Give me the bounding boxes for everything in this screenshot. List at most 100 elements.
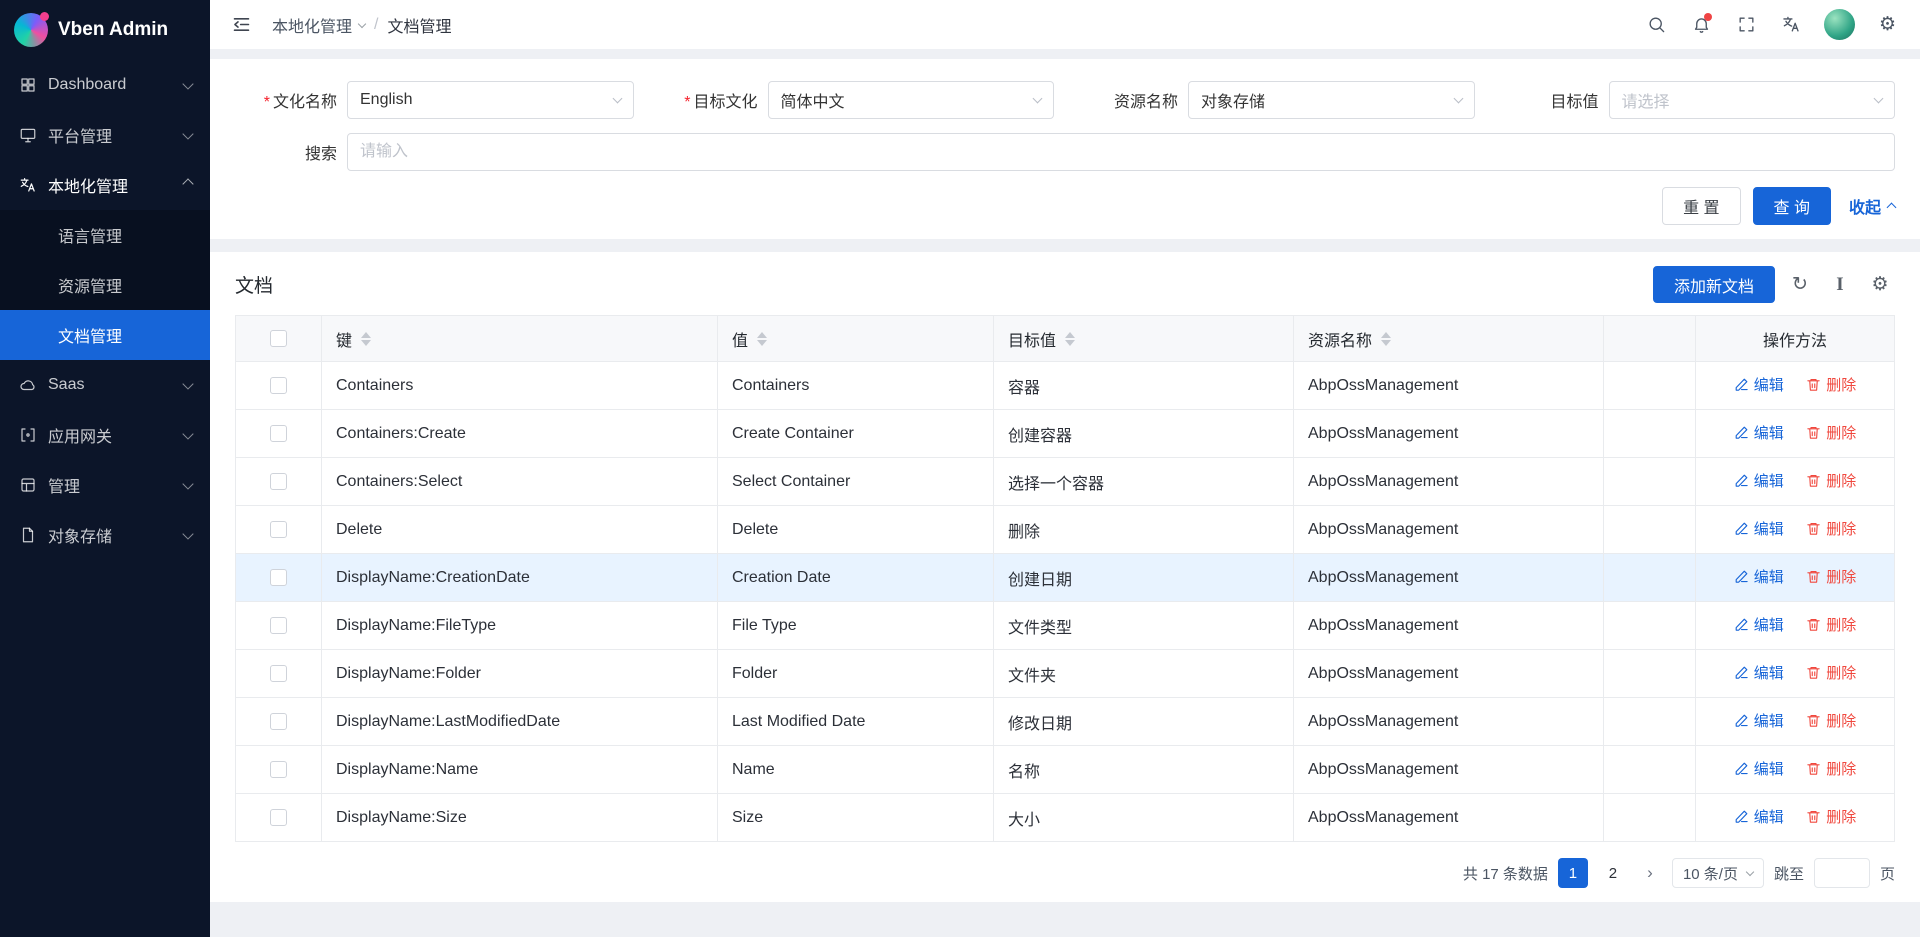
page-size-select[interactable]: 10 条/页 (1672, 858, 1764, 888)
chevron-down-icon (1033, 94, 1043, 104)
search-input[interactable] (347, 133, 1895, 171)
row-checkbox[interactable] (270, 665, 287, 682)
collapse-link[interactable]: 收起 (1849, 194, 1895, 218)
page-suffix-label: 页 (1880, 863, 1895, 884)
row-checkbox[interactable] (270, 377, 287, 394)
sidebar: Vben Admin Dashboard 平台管理 (0, 0, 210, 937)
delete-button[interactable]: 删除 (1806, 758, 1856, 779)
delete-button[interactable]: 删除 (1806, 374, 1856, 395)
sidebar-item-localization[interactable]: 本地化管理 (0, 160, 210, 210)
sort-icon[interactable] (1065, 332, 1075, 346)
row-checkbox[interactable] (270, 809, 287, 826)
cell-key: Containers (322, 362, 718, 410)
search-icon[interactable] (1638, 6, 1675, 43)
table-row: Delete Delete 删除 AbpOssManagement 编辑 删除 (236, 506, 1895, 554)
app-logo-row[interactable]: Vben Admin (0, 0, 210, 60)
sidebar-item-platform[interactable]: 平台管理 (0, 110, 210, 160)
target-value-select[interactable]: 请选择 (1609, 81, 1896, 119)
column-header-actions: 操作方法 (1696, 316, 1895, 362)
breadcrumb: 本地化管理 / 文档管理 (272, 13, 451, 37)
row-checkbox[interactable] (270, 713, 287, 730)
row-checkbox[interactable] (270, 617, 287, 634)
select-all-checkbox[interactable] (270, 330, 287, 347)
edit-button[interactable]: 编辑 (1734, 806, 1784, 827)
edit-button[interactable]: 编辑 (1734, 614, 1784, 635)
edit-button[interactable]: 编辑 (1734, 518, 1784, 539)
notification-badge (1704, 13, 1712, 21)
delete-button[interactable]: 删除 (1806, 662, 1856, 683)
notification-bell-icon[interactable] (1683, 6, 1720, 43)
edit-button[interactable]: 编辑 (1734, 710, 1784, 731)
row-checkbox[interactable] (270, 521, 287, 538)
localization-submenu: 语言管理 资源管理 文档管理 (0, 210, 210, 360)
sidebar-item-management[interactable]: 管理 (0, 460, 210, 510)
target-value-label: 目标值 (1497, 88, 1599, 112)
delete-button[interactable]: 删除 (1806, 806, 1856, 827)
cell-key: DisplayName:LastModifiedDate (322, 698, 718, 746)
column-header-value[interactable]: 值 (718, 316, 994, 362)
sidebar-item-dashboard[interactable]: Dashboard (0, 60, 210, 110)
cell-resource: AbpOssManagement (1294, 458, 1604, 506)
table-row: DisplayName:Name Name 名称 AbpOssManagemen… (236, 746, 1895, 794)
edit-button[interactable]: 编辑 (1734, 374, 1784, 395)
jump-page-input[interactable] (1814, 858, 1870, 888)
page-1-button[interactable]: 1 (1558, 858, 1588, 888)
edit-button[interactable]: 编辑 (1734, 566, 1784, 587)
row-height-icon[interactable]: I (1825, 270, 1855, 300)
page-2-button[interactable]: 2 (1598, 858, 1628, 888)
sort-icon[interactable] (1381, 332, 1391, 346)
culture-name-label: *文化名称 (235, 88, 337, 112)
next-page-button[interactable]: › (1638, 863, 1662, 883)
fullscreen-icon[interactable] (1728, 6, 1765, 43)
delete-button[interactable]: 删除 (1806, 470, 1856, 491)
sidebar-item-gateway[interactable]: 应用网关 (0, 410, 210, 460)
delete-button[interactable]: 删除 (1806, 518, 1856, 539)
add-document-button[interactable]: 添加新文档 (1653, 266, 1775, 303)
column-settings-gear-icon[interactable]: ⚙ (1865, 270, 1895, 300)
chevron-down-icon (1874, 94, 1884, 104)
sort-icon[interactable] (361, 332, 371, 346)
breadcrumb-parent[interactable]: 本地化管理 (272, 13, 365, 37)
cell-value: Containers (718, 362, 994, 410)
refresh-icon[interactable]: ↻ (1785, 270, 1815, 300)
cell-resource: AbpOssManagement (1294, 746, 1604, 794)
delete-button[interactable]: 删除 (1806, 614, 1856, 635)
column-header-resource[interactable]: 资源名称 (1294, 316, 1604, 362)
delete-button[interactable]: 删除 (1806, 566, 1856, 587)
sidebar-item-language-management[interactable]: 语言管理 (0, 210, 210, 260)
sidebar-item-saas[interactable]: Saas (0, 360, 210, 410)
user-avatar[interactable] (1824, 9, 1855, 40)
delete-button[interactable]: 删除 (1806, 422, 1856, 443)
row-checkbox[interactable] (270, 425, 287, 442)
translate-icon[interactable] (1773, 6, 1810, 43)
sidebar-item-object-storage[interactable]: 对象存储 (0, 510, 210, 560)
filter-actions: 重 置 查 询 收起 (235, 187, 1895, 225)
reset-button[interactable]: 重 置 (1662, 187, 1740, 225)
edit-button[interactable]: 编辑 (1734, 470, 1784, 491)
query-button[interactable]: 查 询 (1753, 187, 1831, 225)
sidebar-item-resource-management[interactable]: 资源管理 (0, 260, 210, 310)
cell-value: Folder (718, 650, 994, 698)
row-checkbox[interactable] (270, 473, 287, 490)
edit-button[interactable]: 编辑 (1734, 758, 1784, 779)
menu-fold-icon[interactable] (224, 8, 258, 42)
row-checkbox[interactable] (270, 761, 287, 778)
column-header-key[interactable]: 键 (322, 316, 718, 362)
pagination-total: 共 17 条数据 (1463, 863, 1548, 884)
table-row: Containers:Select Select Container 选择一个容… (236, 458, 1895, 506)
culture-name-select[interactable]: English (347, 81, 634, 119)
delete-button[interactable]: 删除 (1806, 710, 1856, 731)
edit-button[interactable]: 编辑 (1734, 662, 1784, 683)
field-search: 搜索 (235, 133, 1895, 171)
sort-icon[interactable] (757, 332, 767, 346)
sidebar-item-document-management[interactable]: 文档管理 (0, 310, 210, 360)
settings-gear-icon[interactable]: ⚙ (1869, 6, 1906, 43)
cell-key: Containers:Create (322, 410, 718, 458)
column-header-target[interactable]: 目标值 (994, 316, 1294, 362)
sidebar-menu: Dashboard 平台管理 本地化管理 语言管理 (0, 60, 210, 937)
target-culture-select[interactable]: 简体中文 (768, 81, 1055, 119)
row-checkbox[interactable] (270, 569, 287, 586)
edit-button[interactable]: 编辑 (1734, 422, 1784, 443)
resource-name-select[interactable]: 对象存储 (1188, 81, 1475, 119)
cell-blank (1604, 698, 1696, 746)
